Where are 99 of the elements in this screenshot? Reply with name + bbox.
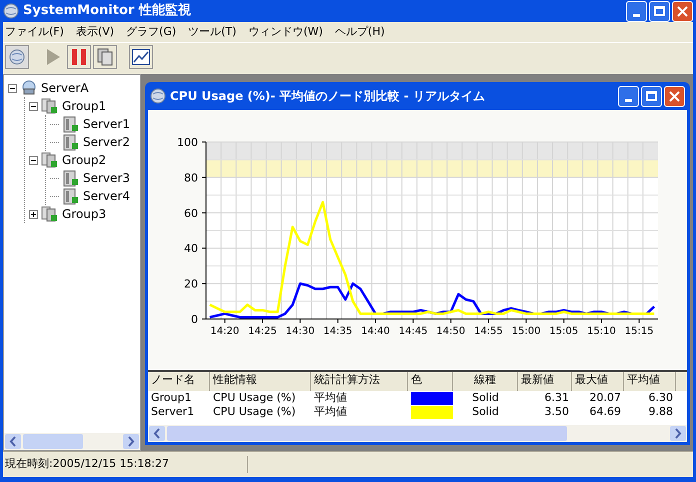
pause-icon bbox=[71, 48, 87, 66]
maximize-button[interactable] bbox=[641, 86, 662, 106]
status-text: 現在時刻:2005/12/15 15:18:27 bbox=[3, 456, 248, 473]
column-header[interactable]: 最新値 bbox=[518, 372, 572, 391]
add-server-button[interactable] bbox=[5, 44, 29, 68]
table-cell-text: Solid bbox=[471, 391, 500, 405]
x-tick-label: 14:45 bbox=[398, 326, 428, 337]
tree-item[interactable]: Server3 bbox=[83, 169, 130, 187]
x-tick-label: 15:05 bbox=[549, 326, 578, 337]
column-header[interactable]: 色 bbox=[408, 372, 453, 391]
menu-item[interactable]: ウィンドウ(W) bbox=[248, 24, 323, 40]
maximize-icon bbox=[654, 6, 665, 16]
table-cell-text: 6.31 bbox=[544, 391, 570, 405]
column-header[interactable]: 最大値 bbox=[572, 372, 624, 391]
pause-button[interactable] bbox=[67, 44, 91, 68]
menu-item[interactable]: ファイル(F) bbox=[5, 24, 64, 40]
x-tick-label: 14:40 bbox=[361, 326, 390, 337]
x-tick-label: 14:20 bbox=[210, 326, 240, 337]
menu-item[interactable]: ツール(T) bbox=[188, 24, 236, 40]
table-cell-text: CPU Usage (%) bbox=[212, 391, 297, 405]
minimize-button[interactable] bbox=[626, 0, 647, 22]
y-tick-label: 0 bbox=[191, 313, 198, 326]
close-button[interactable] bbox=[672, 0, 693, 22]
table-cell-text: CPU Usage (%) bbox=[212, 405, 297, 419]
tree-item[interactable]: ServerA bbox=[41, 79, 89, 97]
table-cell-text: 64.69 bbox=[588, 405, 622, 419]
y-tick-label: 100 bbox=[177, 136, 198, 149]
menu-item[interactable]: ヘルプ(H) bbox=[334, 24, 385, 40]
table-cell-text: 平均値 bbox=[313, 405, 348, 419]
server-icon bbox=[62, 116, 80, 132]
minimize-button[interactable] bbox=[618, 86, 639, 106]
scroll-right-icon[interactable] bbox=[670, 426, 686, 441]
server-group-icon bbox=[41, 98, 59, 114]
menu-item[interactable]: グラフ(G) bbox=[126, 24, 176, 40]
collapse-icon[interactable] bbox=[8, 84, 17, 92]
column-header[interactable]: 平均値 bbox=[624, 372, 676, 391]
maximize-button[interactable] bbox=[649, 0, 670, 22]
maximize-icon bbox=[646, 91, 657, 101]
y-tick-label: 80 bbox=[184, 171, 198, 184]
column-header[interactable]: ノード名 bbox=[148, 372, 210, 391]
line-graph-icon bbox=[132, 48, 150, 64]
scroll-thumb[interactable] bbox=[167, 426, 567, 441]
x-tick-label: 14:30 bbox=[286, 326, 315, 337]
server-icon bbox=[62, 188, 80, 204]
tree-item[interactable]: Server2 bbox=[83, 133, 130, 151]
table-cell-text: Group1 bbox=[150, 391, 192, 405]
close-button[interactable] bbox=[664, 86, 685, 106]
scroll-right-icon[interactable] bbox=[123, 434, 139, 449]
network-server-icon bbox=[20, 80, 38, 96]
collapse-icon[interactable] bbox=[29, 102, 38, 110]
column-header[interactable]: 性能情報 bbox=[210, 372, 311, 391]
y-tick-label: 60 bbox=[184, 206, 198, 220]
y-tick-label: 20 bbox=[184, 278, 198, 291]
table-cell-text: 20.07 bbox=[588, 391, 622, 405]
table-cell-text: 6.30 bbox=[648, 391, 674, 405]
minimize-icon bbox=[625, 98, 632, 102]
y-tick-label: 40 bbox=[184, 242, 198, 256]
x-tick-label: 15:00 bbox=[512, 326, 541, 337]
table-cell-text: Server1 bbox=[150, 405, 196, 419]
play-icon bbox=[45, 48, 61, 66]
x-tick-label: 14:55 bbox=[474, 326, 503, 337]
server-group-icon bbox=[41, 206, 59, 222]
chart-window-title: CPU Usage (%)- 平均値のノード別比較 - リアルタイム bbox=[170, 88, 486, 105]
x-tick-label: 14:35 bbox=[323, 326, 352, 337]
server-icon bbox=[62, 170, 80, 186]
tree-item[interactable]: Group3 bbox=[62, 205, 106, 223]
x-tick-label: 15:15 bbox=[624, 326, 654, 337]
close-icon bbox=[677, 6, 688, 16]
copy-button[interactable] bbox=[93, 44, 117, 68]
scroll-thumb[interactable] bbox=[23, 434, 83, 449]
table-cell-text: 3.50 bbox=[544, 405, 570, 419]
table-cell-text: Solid bbox=[471, 405, 500, 419]
graph-button[interactable] bbox=[129, 44, 153, 68]
tree-item[interactable]: Server4 bbox=[83, 187, 130, 205]
column-header[interactable]: 線種 bbox=[453, 372, 518, 391]
close-icon bbox=[669, 90, 680, 102]
expand-icon[interactable] bbox=[29, 210, 38, 218]
menu-item[interactable]: 表示(V) bbox=[76, 24, 114, 40]
x-tick-label: 14:50 bbox=[436, 326, 466, 337]
collapse-icon[interactable] bbox=[29, 156, 38, 164]
x-tick-label: 15:10 bbox=[587, 326, 616, 337]
x-tick-label: 14:25 bbox=[248, 326, 277, 337]
column-header[interactable]: 統計計算方法 bbox=[311, 372, 408, 391]
horizontal-scrollbar[interactable] bbox=[148, 425, 687, 442]
horizontal-scrollbar[interactable] bbox=[4, 433, 140, 450]
server-icon bbox=[62, 134, 80, 150]
tree-item[interactable]: Server1 bbox=[83, 115, 130, 133]
scroll-left-icon[interactable] bbox=[5, 434, 21, 449]
tree-item[interactable]: Group2 bbox=[62, 151, 106, 169]
minimize-icon bbox=[633, 14, 640, 16]
table-cell-text: 9.88 bbox=[648, 405, 674, 419]
tree-item[interactable]: Group1 bbox=[62, 97, 106, 115]
app-icon bbox=[150, 88, 166, 104]
document-icon bbox=[97, 48, 113, 66]
app-icon bbox=[3, 3, 19, 19]
window-title: SystemMonitor 性能監視 bbox=[23, 2, 192, 20]
scroll-left-icon[interactable] bbox=[149, 426, 165, 441]
server-group-icon bbox=[41, 152, 59, 168]
table-cell-text: 平均値 bbox=[313, 391, 348, 405]
